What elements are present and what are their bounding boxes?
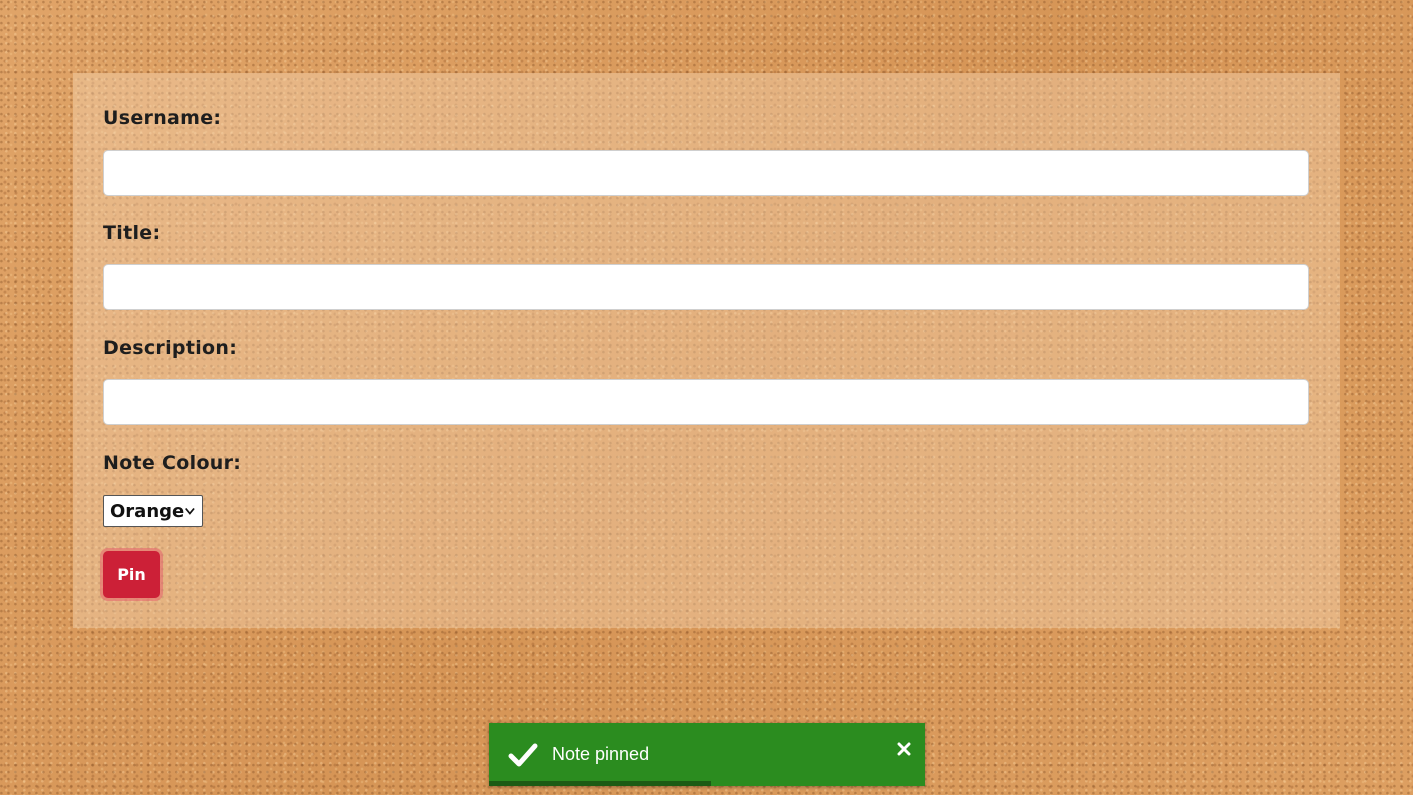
note-colour-select[interactable]: Orange (103, 495, 203, 527)
toast-message: Note pinned (552, 744, 650, 764)
note-colour-label: Note Colour: (103, 452, 242, 474)
check-icon (508, 743, 538, 766)
title-input[interactable] (103, 264, 1309, 310)
username-input[interactable] (103, 150, 1309, 196)
description-label: Description: (103, 337, 238, 359)
pin-button[interactable]: Pin (103, 551, 160, 598)
toast-progress-bar (489, 781, 712, 786)
description-input[interactable] (103, 379, 1309, 425)
note-form-panel: Username: Title: Description: Note Colou… (73, 73, 1340, 628)
success-toast: Note pinned (489, 723, 925, 786)
chevron-down-icon (185, 507, 195, 515)
close-icon[interactable] (897, 742, 911, 756)
note-colour-selected-value: Orange (110, 500, 185, 522)
username-label: Username: (103, 107, 222, 129)
title-label: Title: (103, 222, 161, 244)
